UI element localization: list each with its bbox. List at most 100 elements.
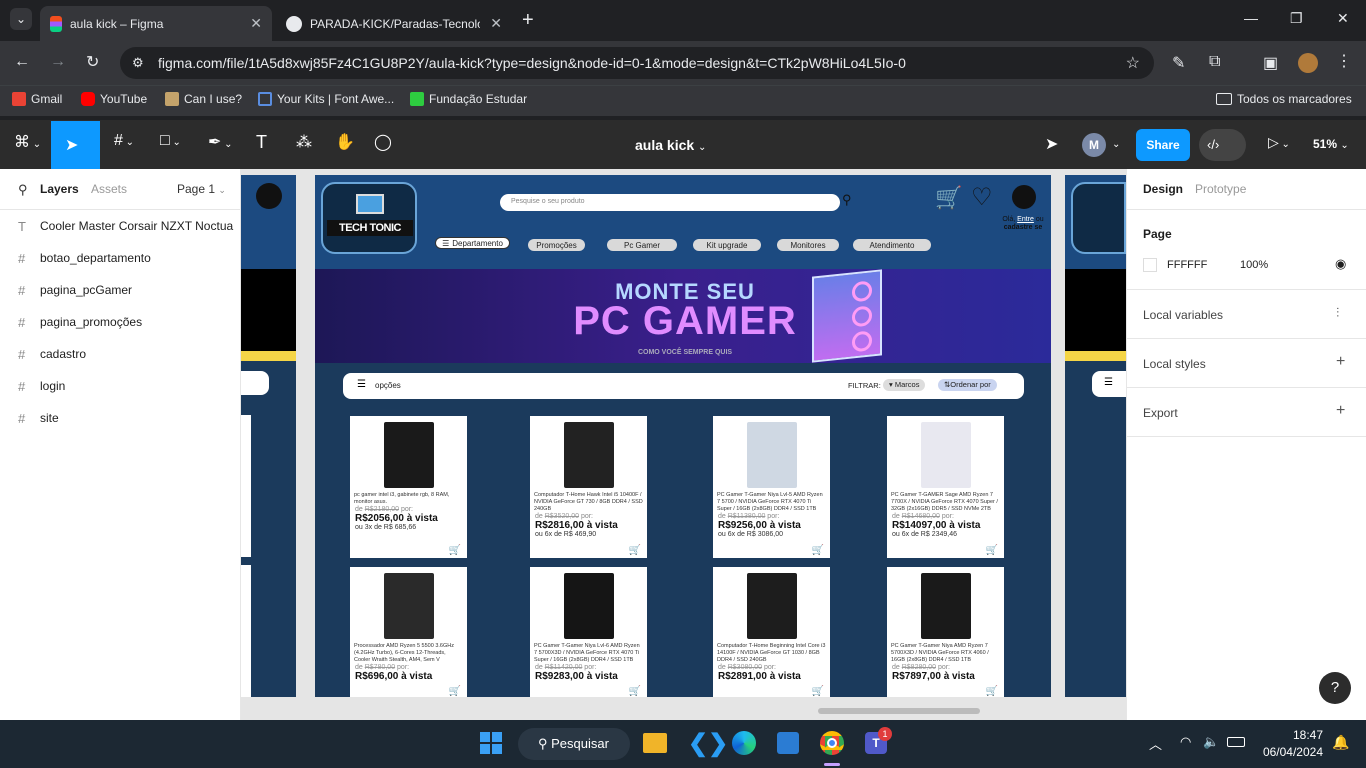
cart-icon[interactable]: 🛒 <box>986 686 998 697</box>
wifi-icon[interactable]: ◠ <box>1180 734 1191 750</box>
page-opacity-value[interactable]: 100% <box>1240 259 1268 271</box>
chevron-down-icon[interactable]: ⌄ <box>1112 139 1120 150</box>
brands-dropdown[interactable]: ▾ Marcos <box>883 379 926 391</box>
extensions-icon[interactable]: ⧉ <box>1209 53 1220 71</box>
search-icon[interactable]: ⚲ <box>842 192 852 208</box>
tab-layers[interactable]: Layers <box>40 182 79 196</box>
color-swatch[interactable] <box>1143 258 1157 272</box>
plus-icon[interactable]: + <box>1336 402 1345 420</box>
help-button[interactable]: ? <box>1319 672 1351 704</box>
battery-icon[interactable] <box>1227 737 1245 747</box>
page-color-value[interactable]: FFFFFF <box>1167 259 1207 271</box>
product-card[interactable]: PC Gamer T-Gamer Niya AMD Ryzen 7 5700X3… <box>887 567 1004 697</box>
tab-github[interactable]: PARADA-KICK/Paradas-Tecnolog ✕ <box>276 6 512 41</box>
restore-icon[interactable]: ❐ <box>1290 10 1303 27</box>
resources-icon[interactable]: ⁂ <box>296 132 312 152</box>
search-icon[interactable]: ⚲ <box>18 182 28 198</box>
product-card[interactable]: Computador T-Home Beginning Intel Core i… <box>713 567 830 697</box>
share-button[interactable]: Share <box>1136 129 1190 161</box>
clock[interactable]: 18:47 06/04/2024 <box>1259 728 1323 759</box>
bookmark-fontawesome[interactable]: Your Kits | Font Awe... <box>258 92 394 106</box>
multiplayer-cursor-icon[interactable]: ➤ <box>1045 134 1058 154</box>
nav-departamento[interactable]: ☰ Departamento <box>435 237 510 249</box>
plus-icon[interactable]: + <box>1336 353 1345 371</box>
file-name[interactable]: aula kick ⌄ <box>635 137 706 153</box>
cart-icon[interactable]: 🛒 <box>629 686 641 697</box>
tab-search-button[interactable]: ⌄ <box>10 8 32 30</box>
cart-icon[interactable]: 🛒 <box>986 545 998 556</box>
present-icon[interactable]: ▷ ⌄ <box>1268 134 1290 151</box>
store-icon[interactable] <box>777 732 799 754</box>
tab-assets[interactable]: Assets <box>91 182 127 196</box>
page-selector[interactable]: Page 1 ⌄ <box>177 182 226 196</box>
bookmark-youtube[interactable]: YouTube <box>81 92 147 106</box>
nav-promocoes[interactable]: Promoções <box>528 239 585 251</box>
chrome-icon[interactable] <box>820 731 844 755</box>
bookmark-gmail[interactable]: Gmail <box>12 92 62 106</box>
export-section[interactable]: Export + <box>1127 388 1366 437</box>
sidebar-icon[interactable]: ▣ <box>1263 53 1278 73</box>
address-bar[interactable]: ⚙ figma.com/file/1tA5d8xwj85Fz4C1GU8P2Y/… <box>120 47 1154 79</box>
new-tab-button[interactable]: + <box>522 9 534 32</box>
nav-atendimento[interactable]: Atendimento <box>853 239 931 251</box>
product-image[interactable] <box>920 422 971 488</box>
hero-banner[interactable]: MONTE SEU PC GAMER COMO VOCÊ SEMPRE QUIS <box>315 269 1051 363</box>
frame-site[interactable]: TECH TONIC Pesquise o seu produto ⚲ 🛒 ♡ … <box>315 175 1051 697</box>
cart-icon[interactable]: 🛒 <box>935 185 962 211</box>
bookmark-star-icon[interactable]: ☆ <box>1126 53 1140 73</box>
local-variables-section[interactable]: Local variables ⫶ <box>1127 290 1366 339</box>
menu-icon[interactable]: ⋮ <box>1336 51 1352 71</box>
move-tool[interactable]: ➤ <box>51 121 100 169</box>
windows-start-icon[interactable] <box>480 732 502 754</box>
volume-icon[interactable]: 🔈 <box>1203 734 1219 750</box>
profile-avatar[interactable] <box>1298 53 1318 73</box>
local-styles-section[interactable]: Local styles + <box>1127 339 1366 388</box>
order-dropdown[interactable]: ⇅Ordenar por <box>938 379 997 391</box>
frame-tool-icon[interactable]: # ⌄ <box>114 132 134 150</box>
product-image[interactable] <box>383 573 434 639</box>
layer-item[interactable]: # cadastro <box>0 338 240 370</box>
layer-item[interactable]: T Cooler Master Corsair NZXT Noctua <box>0 210 240 242</box>
product-image[interactable] <box>746 422 797 488</box>
product-image[interactable] <box>920 573 971 639</box>
product-image[interactable] <box>746 573 797 639</box>
cart-icon[interactable]: 🛒 <box>629 545 641 556</box>
user-icon[interactable] <box>1012 185 1036 209</box>
product-card[interactable]: PC Gamer T-GAMER Sage AMD Ryzen 7 7700X … <box>887 416 1004 558</box>
vscode-icon[interactable]: ❮❯ <box>688 729 728 758</box>
pen-icon[interactable]: ✎ <box>1172 53 1185 73</box>
account-text[interactable]: Olá, Entre ou cadastre se <box>997 216 1049 233</box>
back-icon[interactable]: ← <box>14 53 30 71</box>
nav-kit-upgrade[interactable]: Kit upgrade <box>693 239 761 251</box>
comment-icon[interactable]: ◯ <box>374 132 392 152</box>
close-icon[interactable]: ✕ <box>250 15 262 32</box>
product-card[interactable]: Processador AMD Ryzen 5 5500 3.6GHz (4.2… <box>350 567 467 697</box>
bookmark-caniuse[interactable]: Can I use? <box>165 92 242 106</box>
layer-item[interactable]: # pagina_pcGamer <box>0 274 240 306</box>
horizontal-scrollbar[interactable] <box>818 708 980 714</box>
layer-item[interactable]: # pagina_promoções <box>0 306 240 338</box>
forward-icon[interactable]: → <box>50 53 66 71</box>
close-window-icon[interactable]: ✕ <box>1337 10 1349 27</box>
edge-icon[interactable] <box>732 731 756 755</box>
design-canvas[interactable]: TECH TONIC Pesquise o seu produto ⚲ 🛒 ♡ … <box>241 169 1126 720</box>
options-label[interactable]: opções <box>375 381 401 390</box>
cart-icon[interactable]: 🛒 <box>812 686 824 697</box>
shape-tool-icon[interactable]: □ ⌄ <box>160 132 181 150</box>
text-tool-icon[interactable]: T <box>256 132 267 153</box>
layer-item[interactable]: # botao_departamento <box>0 242 240 274</box>
site-info-icon[interactable]: ⚙ <box>132 55 144 71</box>
eye-icon[interactable]: ◉ <box>1335 256 1346 272</box>
taskbar-search[interactable]: ⚲ Pesquisar <box>518 728 630 760</box>
search-input[interactable]: Pesquise o seu produto <box>500 194 840 211</box>
product-image[interactable] <box>563 573 614 639</box>
hamburger-icon[interactable]: ☰ <box>357 379 366 390</box>
file-explorer-icon[interactable] <box>643 733 667 753</box>
cart-icon[interactable]: 🛒 <box>449 545 461 556</box>
minimize-icon[interactable]: — <box>1244 10 1258 26</box>
frame-partial-left[interactable] <box>241 175 296 697</box>
product-card[interactable]: PC Gamer T-Gamer Niya Lvl-6 AMD Ryzen 7 … <box>530 567 647 697</box>
tab-figma[interactable]: aula kick – Figma ✕ <box>40 6 272 41</box>
site-logo[interactable]: TECH TONIC <box>321 182 417 254</box>
product-card[interactable]: pc gamer intel i3, gabinete rgb, 8 RAM, … <box>350 416 467 558</box>
